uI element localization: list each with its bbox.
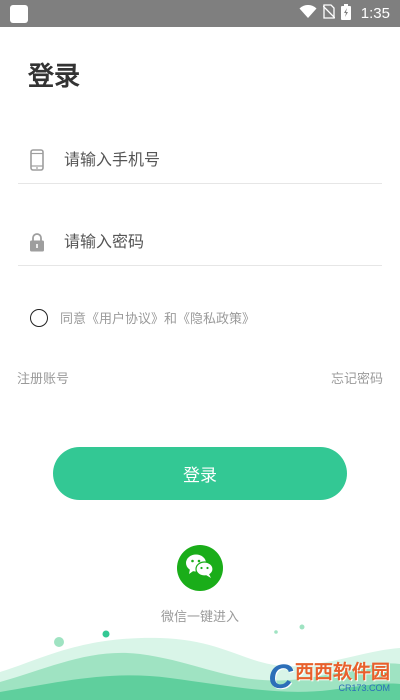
password-input-row: [18, 218, 382, 266]
register-link[interactable]: 注册账号: [17, 368, 69, 387]
wifi-icon: [299, 4, 317, 23]
status-left: [10, 4, 28, 23]
login-button[interactable]: 登录: [53, 447, 347, 500]
phone-input[interactable]: [64, 150, 324, 169]
wechat-login-button[interactable]: [177, 545, 223, 591]
password-input[interactable]: [64, 232, 324, 251]
watermark-name: 西西软件园: [294, 661, 390, 683]
agreement-row: 同意《用户协议》和《隐私政策》: [30, 308, 255, 327]
lock-icon: [26, 231, 48, 253]
no-sim-icon: [322, 4, 336, 23]
login-button-label: 登录: [183, 466, 217, 486]
forgot-password-link[interactable]: 忘记密码: [331, 368, 383, 387]
status-time: 1:35: [360, 5, 390, 22]
agreement-checkbox[interactable]: [30, 308, 48, 327]
watermark-url: CR173.COM: [338, 683, 390, 693]
site-watermark: C 西西软件园 CR173.COM: [268, 660, 390, 694]
phone-input-row: [18, 136, 382, 184]
wechat-login-label[interactable]: 微信一键进入: [0, 606, 400, 625]
agreement-text[interactable]: 同意《用户协议》和《隐私政策》: [60, 308, 255, 327]
battery-charging-icon: [340, 3, 351, 24]
status-right: 1:35: [299, 3, 390, 24]
page-title: 登录: [28, 62, 81, 92]
watermark-logo-icon: C: [268, 658, 293, 696]
mobile-phone-icon: [26, 148, 48, 171]
app-icon: [10, 4, 28, 23]
watermark-texts: 西西软件园 CR173.COM: [295, 661, 390, 693]
wechat-icon: [185, 553, 215, 583]
status-bar: 1:35: [0, 0, 400, 27]
